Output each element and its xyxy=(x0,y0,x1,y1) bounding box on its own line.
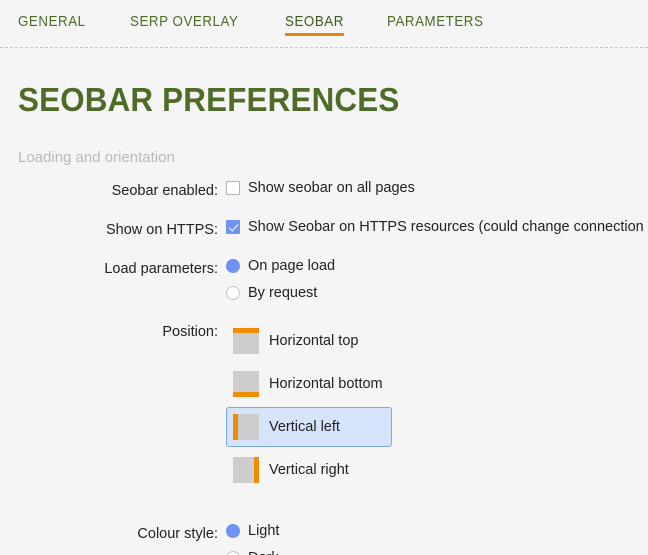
tab-parameters[interactable]: PARAMETERS xyxy=(387,0,483,40)
position-thumb-vertical-left-icon xyxy=(233,414,259,440)
position-label-horizontal-top: Horizontal top xyxy=(269,333,358,349)
label-position: Position: xyxy=(0,321,218,340)
radio-label-by-request: By request xyxy=(248,285,317,301)
position-label-vertical-right: Vertical right xyxy=(269,462,349,478)
checkbox-icon-seobar-enabled[interactable] xyxy=(226,181,240,195)
radio-colour-style-light[interactable]: Light xyxy=(226,523,279,539)
section-header-loading-and-orientation: Loading and orientation xyxy=(18,149,648,166)
position-bar-icon xyxy=(233,414,238,440)
checkbox-label-seobar-enabled: Show seobar on all pages xyxy=(248,180,415,196)
radio-load-parameters-by-request[interactable]: By request xyxy=(226,285,317,301)
tab-general[interactable]: GENERAL xyxy=(18,0,86,40)
position-thumb-horizontal-bottom-icon xyxy=(233,371,259,397)
label-seobar-enabled: Seobar enabled: xyxy=(0,180,218,199)
radio-icon-dark[interactable] xyxy=(226,551,240,555)
tab-bar: GENERAL SERP OVERLAY SEOBAR PARAMETERS xyxy=(0,0,648,48)
position-option-horizontal-top[interactable]: Horizontal top xyxy=(226,321,392,361)
position-bar-icon xyxy=(233,328,259,333)
position-bar-icon xyxy=(233,392,259,397)
control-colour-style: Light Dark xyxy=(218,523,279,555)
radio-label-on-page-load: On page load xyxy=(248,258,335,274)
position-thumb-horizontal-top-icon xyxy=(233,328,259,354)
preferences-form: Seobar enabled: Show seobar on all pages… xyxy=(0,180,648,555)
radio-icon-by-request[interactable] xyxy=(226,286,240,300)
radio-load-parameters-on-page-load[interactable]: On page load xyxy=(226,258,335,274)
label-load-parameters: Load parameters: xyxy=(0,258,218,277)
position-option-list: Horizontal top Horizontal bottom Vertica… xyxy=(226,321,392,493)
radio-colour-style-dark[interactable]: Dark xyxy=(226,550,279,555)
position-option-horizontal-bottom[interactable]: Horizontal bottom xyxy=(226,364,392,404)
row-load-parameters: Load parameters: On page load By request xyxy=(0,258,648,301)
position-label-vertical-left: Vertical left xyxy=(269,419,340,435)
position-label-horizontal-bottom: Horizontal bottom xyxy=(269,376,383,392)
row-show-on-https: Show on HTTPS: Show Seobar on HTTPS reso… xyxy=(0,219,648,238)
checkbox-seobar-enabled[interactable]: Show seobar on all pages xyxy=(226,180,415,196)
control-show-on-https: Show Seobar on HTTPS resources (could ch… xyxy=(218,219,648,235)
tab-seobar[interactable]: SEOBAR xyxy=(285,0,344,40)
spacer xyxy=(0,301,648,321)
checkbox-label-show-on-https: Show Seobar on HTTPS resources (could ch… xyxy=(248,219,648,235)
control-load-parameters: On page load By request xyxy=(218,258,335,301)
preferences-page: GENERAL SERP OVERLAY SEOBAR PARAMETERS S… xyxy=(0,0,648,555)
position-thumb-vertical-right-icon xyxy=(233,457,259,483)
radio-icon-on-page-load[interactable] xyxy=(226,259,240,273)
position-bar-icon xyxy=(254,457,259,483)
row-position: Position: Horizontal top Horizontal bott… xyxy=(0,321,648,493)
tab-general-label: GENERAL xyxy=(18,14,86,30)
spacer xyxy=(0,493,648,523)
checkbox-show-on-https[interactable]: Show Seobar on HTTPS resources (could ch… xyxy=(226,219,648,235)
tab-serp-overlay-label: SERP OVERLAY xyxy=(130,14,238,30)
control-seobar-enabled: Show seobar on all pages xyxy=(218,180,415,196)
page-title: SEOBAR PREFERENCES xyxy=(18,81,617,119)
label-colour-style: Colour style: xyxy=(0,523,218,542)
label-show-on-https: Show on HTTPS: xyxy=(0,219,218,238)
control-position: Horizontal top Horizontal bottom Vertica… xyxy=(218,321,392,493)
tab-bar-divider xyxy=(0,47,648,48)
tab-parameters-label: PARAMETERS xyxy=(387,14,483,30)
row-colour-style: Colour style: Light Dark xyxy=(0,523,648,555)
position-option-vertical-right[interactable]: Vertical right xyxy=(226,450,392,490)
row-seobar-enabled: Seobar enabled: Show seobar on all pages xyxy=(0,180,648,199)
tab-serp-overlay[interactable]: SERP OVERLAY xyxy=(130,0,238,40)
spacer xyxy=(0,199,648,219)
spacer xyxy=(0,238,648,258)
position-option-vertical-left[interactable]: Vertical left xyxy=(226,407,392,447)
radio-label-light: Light xyxy=(248,523,279,539)
radio-icon-light[interactable] xyxy=(226,524,240,538)
checkbox-icon-show-on-https[interactable] xyxy=(226,220,240,234)
tab-seobar-label: SEOBAR xyxy=(285,14,344,30)
radio-label-dark: Dark xyxy=(248,550,279,555)
